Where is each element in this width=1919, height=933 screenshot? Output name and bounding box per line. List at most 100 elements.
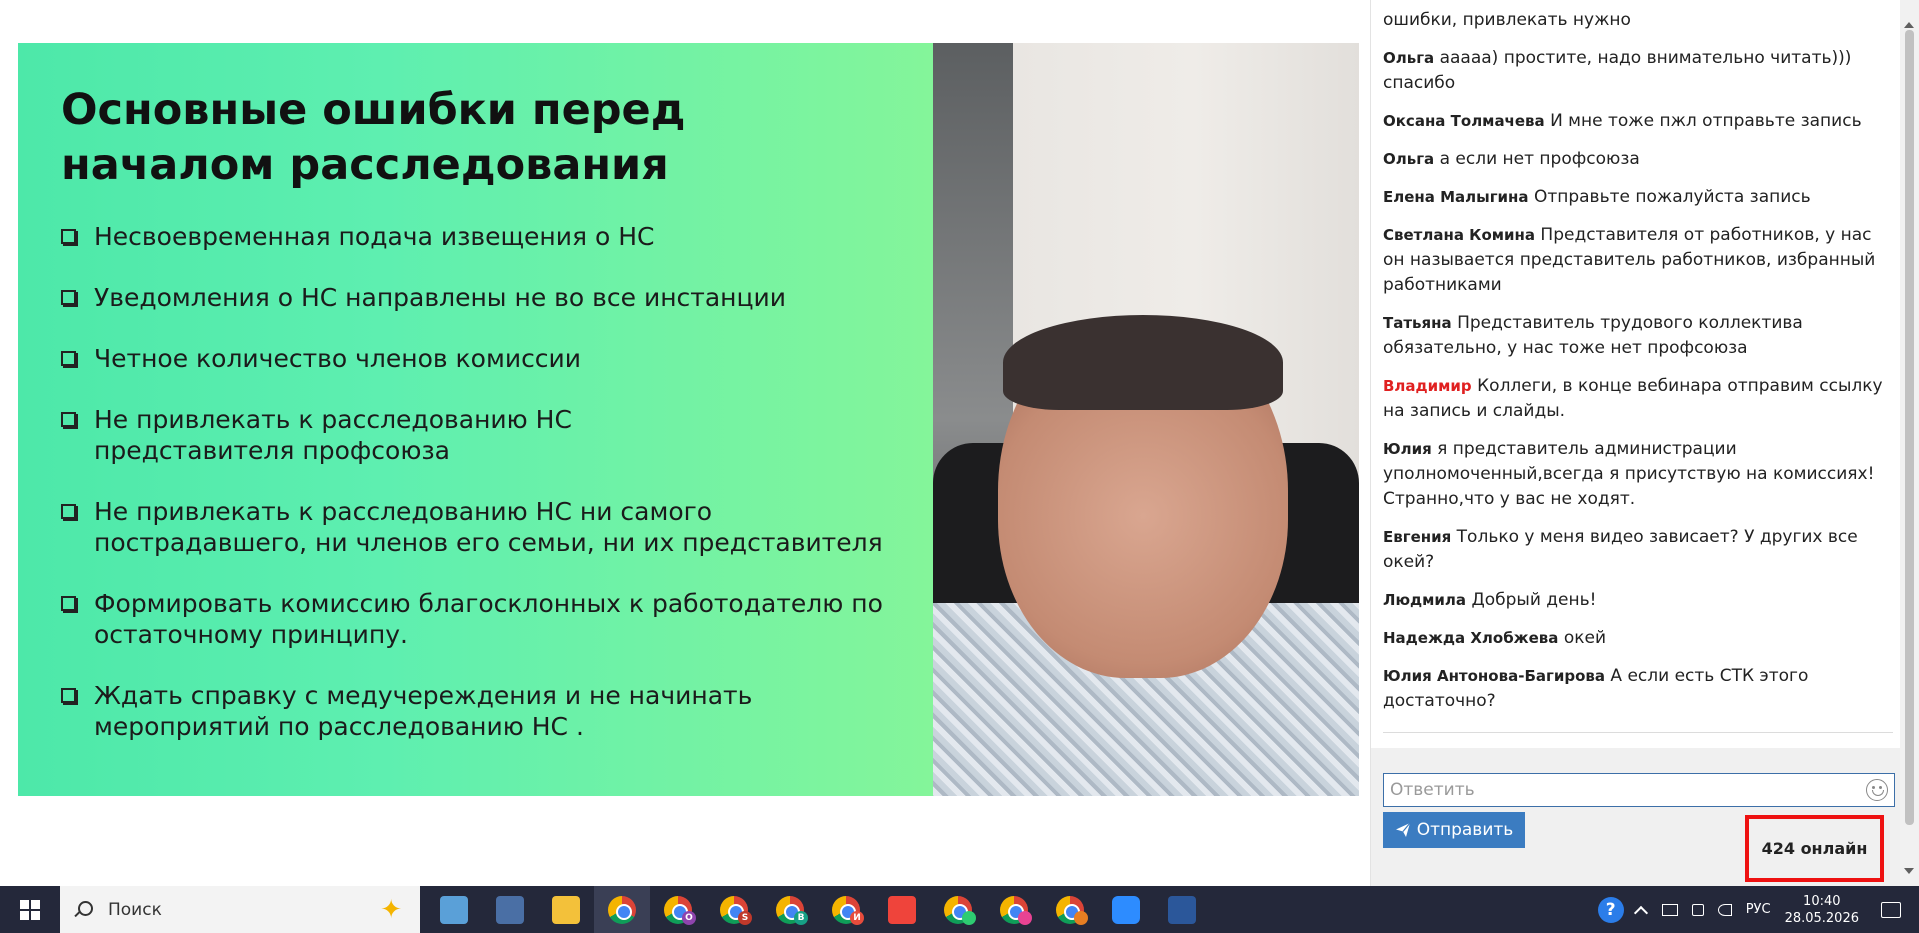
chat-message-text: ааааа) простите, надо внимательно читать…: [1383, 48, 1852, 93]
reply-field-wrapper: [1383, 773, 1895, 807]
chat-message-list[interactable]: ошибки, привлекать нужно Ольга ааааа) про…: [1383, 8, 1893, 733]
start-button[interactable]: [0, 886, 60, 933]
notepad-icon: [440, 895, 468, 924]
profile-badge: S: [738, 911, 752, 925]
send-button[interactable]: Отправить: [1383, 812, 1525, 848]
webinar-page: Основные ошибки перед началом расследова…: [0, 0, 1919, 933]
profile-badge: [962, 911, 976, 925]
notifications-icon[interactable]: [1881, 901, 1901, 918]
slide-bullet: Несвоевременная подача извещения о НС: [61, 221, 921, 252]
slide-title: Основные ошибки перед началом расследова…: [61, 85, 686, 190]
slide-bullet: Формировать комиссию благосклонных к раб…: [61, 588, 921, 650]
taskbar-app-word[interactable]: [1154, 886, 1210, 933]
chat-message: Евгения Только у меня видео зависает? У …: [1383, 525, 1893, 575]
checkbox-bullet-icon: [61, 229, 76, 244]
chat-message-text: И мне тоже пжл отправьте запись: [1550, 111, 1862, 131]
battery-icon[interactable]: [1661, 903, 1678, 916]
chat-message-text: ошибки, привлекать нужно: [1383, 10, 1631, 30]
copilot-sparkle-icon: ✦: [380, 895, 402, 925]
profile-badge: B: [794, 911, 808, 925]
chrome-icon: [608, 895, 636, 924]
slide-bullet: Не привлекать к расследованию НС ни само…: [61, 496, 906, 558]
chat-message-author: Ольга: [1383, 49, 1435, 67]
taskbar-search[interactable]: Поиск ✦: [60, 886, 420, 933]
chat-message: Елена Малыгина Отправьте пожалуйста запи…: [1383, 185, 1893, 210]
chat-message-author: Людмила: [1383, 591, 1467, 609]
scroll-thumb[interactable]: [1905, 30, 1914, 825]
chat-message: Оксана Толмачева И мне тоже пжл отправьт…: [1383, 109, 1893, 134]
taskbar-app-file-explorer[interactable]: [538, 886, 594, 933]
word-icon: [1168, 895, 1196, 924]
taskbar-app-chrome[interactable]: И: [818, 886, 874, 933]
chat-message: Надежда Хлобжева окей: [1383, 626, 1893, 651]
chat-message: Татьяна Представитель трудового коллекти…: [1383, 311, 1893, 361]
windows-logo-icon: [20, 899, 40, 920]
taskbar-app-notepad[interactable]: [426, 886, 482, 933]
checkbox-bullet-icon: [61, 412, 76, 427]
taskbar-app-zoom[interactable]: [1098, 886, 1154, 933]
scroll-up-arrow-icon[interactable]: [1904, 22, 1914, 28]
search-label: Поиск: [108, 899, 162, 920]
taskbar-app-chrome[interactable]: [986, 886, 1042, 933]
chat-message-text: а если нет профсоюза: [1439, 149, 1640, 169]
presentation-slide: Основные ошибки перед началом расследова…: [18, 43, 933, 796]
profile-badge: [1074, 911, 1088, 925]
clock-date: 28.05.2026: [1784, 910, 1859, 926]
chat-message-text: Только у меня видео зависает? У других в…: [1383, 527, 1858, 572]
video-speaker-hair: [1003, 315, 1283, 410]
chat-message-text: Добрый день!: [1471, 590, 1597, 610]
online-count-badge: 424 онлайн: [1745, 815, 1884, 882]
slide-bullet: Не привлекать к расследованию НС предста…: [61, 404, 621, 466]
system-tray: ? РУС 10:40 28.05.2026: [1597, 886, 1919, 933]
checkbox-bullet-icon: [61, 688, 76, 703]
taskbar-app-chrome[interactable]: [930, 886, 986, 933]
volume-icon[interactable]: [1717, 903, 1732, 916]
chat-message-author: Надежда Хлобжева: [1383, 629, 1559, 647]
profile-badge: [1018, 911, 1032, 925]
taskbar-app-chrome[interactable]: [1042, 886, 1098, 933]
chat-message: Юлия Антонова-Багирова А если есть СТК э…: [1383, 664, 1893, 714]
chat-message-author: Светлана Комина: [1383, 226, 1536, 244]
network-icon[interactable]: [1691, 903, 1704, 916]
taskbar-app-chrome[interactable]: [594, 886, 650, 933]
chat-message-text: Отправьте пожалуйста запись: [1533, 187, 1811, 207]
chat-message-author: Юлия: [1383, 440, 1432, 458]
chat-message: Светлана Комина Представителя от работни…: [1383, 223, 1893, 298]
clock-time: 10:40: [1803, 893, 1841, 909]
clock[interactable]: 10:40 28.05.2026: [1785, 893, 1859, 927]
help-icon[interactable]: ?: [1597, 896, 1624, 923]
language-indicator[interactable]: РУС: [1746, 902, 1771, 917]
checkbox-bullet-icon: [61, 504, 76, 519]
emoji-icon[interactable]: [1866, 779, 1888, 801]
taskbar-app-calculator[interactable]: [482, 886, 538, 933]
zoom-icon: [1112, 895, 1140, 924]
reply-input[interactable]: [1390, 778, 1850, 802]
file-explorer-icon: [552, 895, 580, 924]
scroll-down-arrow-icon[interactable]: [1904, 868, 1914, 874]
taskbar-pinned-apps: OSBИ: [426, 886, 1210, 933]
search-icon: [74, 900, 93, 919]
anydesk-icon: [888, 895, 916, 924]
chat-message-author: Елена Малыгина: [1383, 188, 1529, 206]
taskbar-app-chrome[interactable]: O: [650, 886, 706, 933]
chat-message-author: Евгения: [1383, 528, 1452, 546]
chat-message-text: я представитель администрации уполномоче…: [1383, 439, 1875, 509]
chat-message: Людмила Добрый день!: [1383, 588, 1893, 613]
paper-plane-icon: [1395, 822, 1411, 837]
slide-bullet: Уведомления о НС направлены не во все ин…: [61, 282, 921, 313]
taskbar-app-chrome[interactable]: B: [762, 886, 818, 933]
slide-bullet: Ждать справку с медучереждения и не начи…: [61, 680, 781, 742]
online-count: 424 онлайн: [1761, 839, 1868, 858]
profile-badge: И: [850, 911, 864, 925]
speaker-video[interactable]: [933, 43, 1359, 796]
chat-message-author: Юлия Антонова-Багирова: [1383, 667, 1605, 685]
chevron-up-icon[interactable]: [1633, 905, 1648, 920]
profile-badge: O: [682, 911, 696, 925]
taskbar-app-chrome[interactable]: S: [706, 886, 762, 933]
chat-message: ошибки, привлекать нужно: [1383, 8, 1893, 33]
chat-message-author: Татьяна: [1383, 314, 1452, 332]
chat-message: Ольга ааааа) простите, надо внимательно …: [1383, 46, 1893, 96]
windows-taskbar: Поиск ✦ O S B И ? РУС 10:40 28.05.2026: [0, 886, 1919, 933]
taskbar-app-anydesk[interactable]: [874, 886, 930, 933]
page-scrollbar[interactable]: [1900, 0, 1919, 886]
